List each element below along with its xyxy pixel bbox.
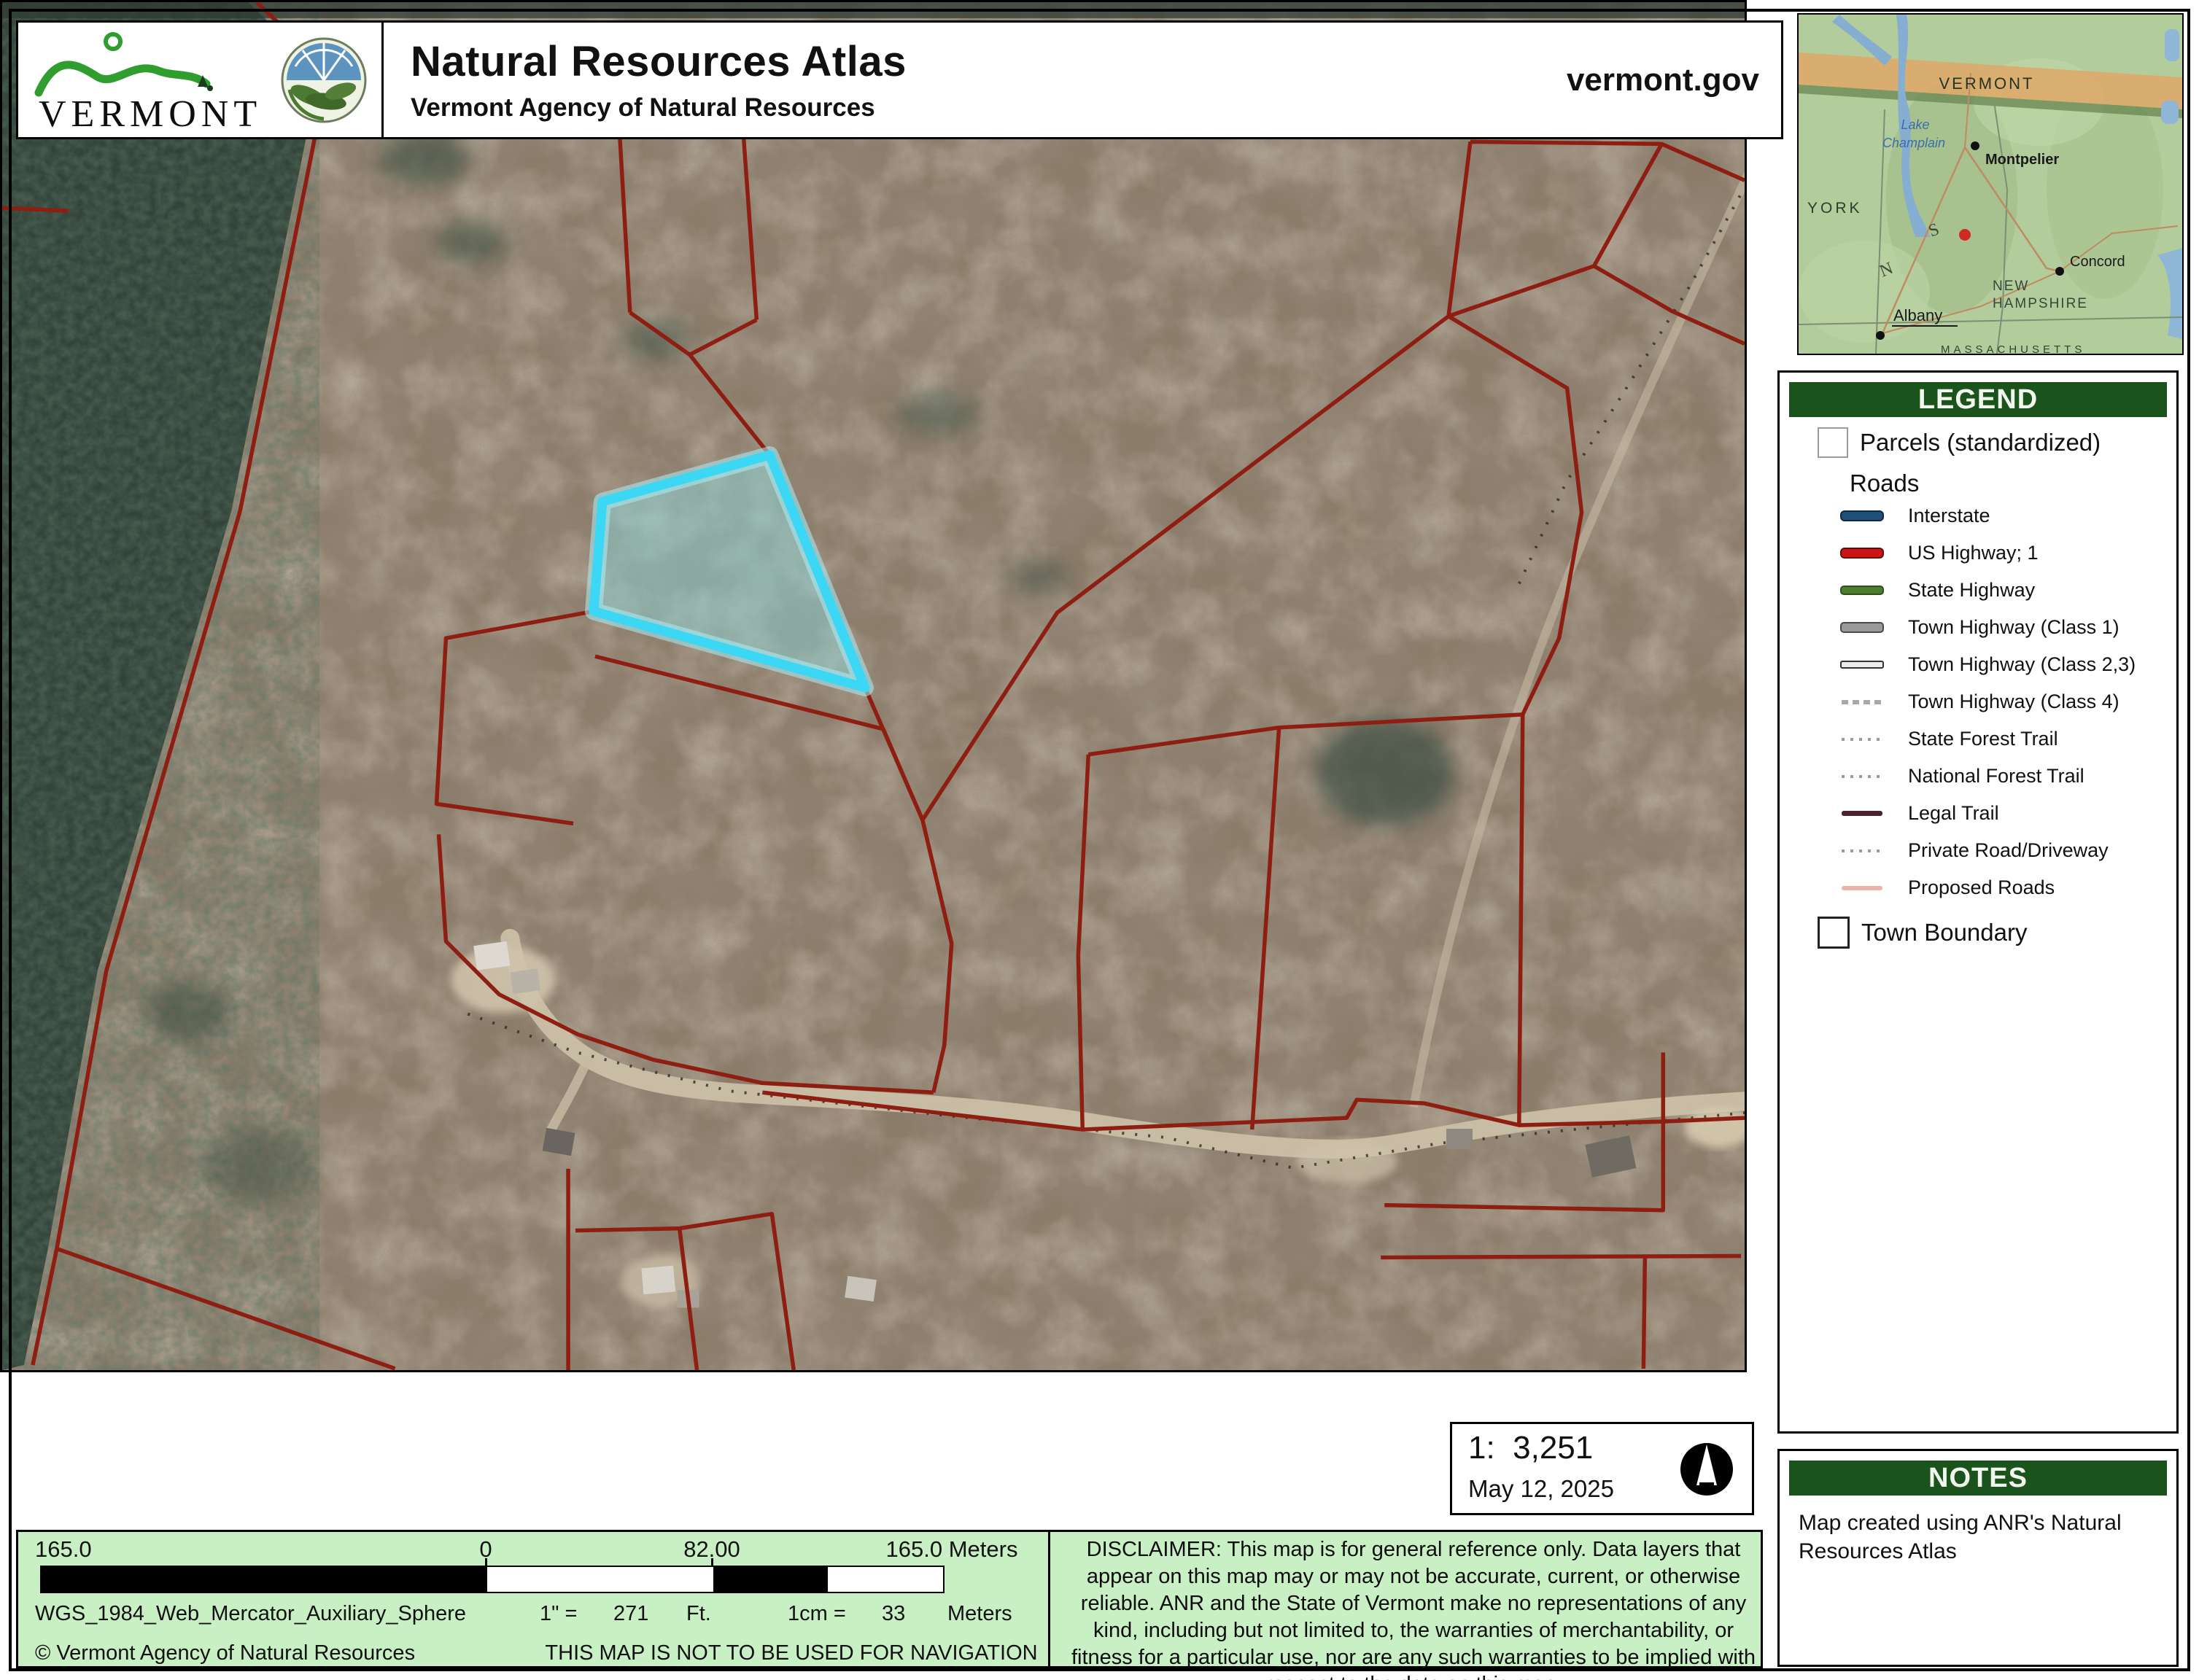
legend-title: LEGEND [1789,382,2167,417]
inset-locator-map: VERMONT Lake Champlain Montpelier S N YO… [1797,13,2184,355]
town-highway4-line-icon [1842,700,1882,704]
legend-roads-header: Roads [1850,470,2176,497]
vermont-logo: VERMONT [26,26,380,134]
copyright: © Vermont Agency of Natural Resources [35,1641,415,1665]
page-title: Natural Resources Atlas [411,37,907,86]
proposed-roads-line-icon [1842,886,1882,890]
location-marker-dot [1959,229,1971,241]
parcels-label: Parcels (standardized) [1860,429,2101,456]
inset-label-montpelier: Montpelier [1985,152,2059,168]
legend-row-us-highway: US Highway; 1 [1838,534,2176,572]
legend-row-national-forest-trail: National Forest Trail [1838,758,2176,795]
us-highway-line-icon [1840,548,1884,559]
interstate-line-icon [1840,510,1884,521]
vermont-wordmark: VERMONT [39,93,262,134]
concord-dot [2055,267,2064,276]
legend-row-proposed-roads: Proposed Roads [1838,869,2176,906]
anr-logo-icon [282,39,365,122]
town-highway1-line-icon [1840,622,1884,633]
sun-icon [106,34,120,49]
state-highway-line-icon [1840,586,1884,595]
private-road-line-icon [1842,849,1882,852]
notes-title: NOTES [1789,1461,2167,1496]
national-forest-trail-line-icon [1842,775,1882,778]
inset-label-hampshire: HAMPSHIRE [1993,296,2088,311]
legend-row-state-forest-trail: State Forest Trail [1838,720,2176,758]
legend-row-private-road: Private Road/Driveway [1838,832,2176,869]
legend-row-state-highway: State Highway [1838,572,2176,609]
footer-divider [1048,1531,1050,1667]
montpelier-dot [1971,141,1979,150]
map-date: May 12, 2025 [1468,1475,1614,1503]
site-link[interactable]: vermont.gov [1567,23,1759,137]
inset-label-albany: Albany [1893,306,1942,324]
scale-ratio: 1: 3,251 [1468,1430,1593,1466]
legend-panel: LEGEND Parcels (standardized) Roads Inte… [1777,370,2179,1434]
inset-label-new: NEW [1993,279,2029,294]
north-arrow-icon [1678,1440,1736,1498]
inset-label-lake: Lake [1901,117,1929,132]
town-boundary-label: Town Boundary [1861,919,2027,946]
scalebar [40,1566,945,1593]
inset-label-vermont: VERMONT [1939,74,2035,93]
state-forest-trail-line-icon [1842,738,1882,741]
legal-trail-line-icon [1842,811,1882,816]
inset-label-mass: MASSACHUSETTS [1941,343,2085,354]
inset-label-york: YORK [1807,200,1863,217]
legend-row-town-highway-1: Town Highway (Class 1) [1838,609,2176,646]
parcels-checkbox [1818,427,1848,458]
scalebar-left-label: 165.0 [35,1536,92,1563]
legend-row-town-highway-23: Town Highway (Class 2,3) [1838,646,2176,683]
inset-label-champlain: Champlain [1882,136,1945,150]
town-boundary-checkbox [1818,917,1850,949]
mountain-icon [39,65,206,93]
legend-parcels-row: Parcels (standardized) [1818,427,2176,458]
notes-body: Map created using ANR's Natural Resource… [1799,1509,2127,1566]
header-divider [381,23,384,137]
legend-row-legal-trail: Legal Trail [1838,795,2176,832]
disclaimer: DISCLAIMER: This map is for general refe… [1063,1536,1764,1680]
page-subtitle: Vermont Agency of Natural Resources [411,93,907,122]
town-highway23-line-icon [1840,661,1884,669]
projection-label: WGS_1984_Web_Mercator_Auxiliary_Sphere [35,1602,466,1626]
navigation-warning: THIS MAP IS NOT TO BE USED FOR NAVIGATIO… [532,1641,1050,1665]
legend-row-interstate: Interstate [1838,497,2176,534]
page: VERMONT Natural Resources Atlas Vermont … [0,0,2199,1680]
scale-box: 1: 3,251 May 12, 2025 [1450,1422,1754,1515]
header: VERMONT Natural Resources Atlas Vermont … [16,20,1783,139]
legend-row-town-highway-4: Town Highway (Class 4) [1838,683,2176,720]
scalebar-right-label: 165.0 Meters [864,1536,1039,1563]
notes-panel: NOTES Map created using ANR's Natural Re… [1777,1449,2179,1667]
inset-label-concord: Concord [2070,254,2125,270]
footer: 165.0 0 82.00 165.0 Meters WGS_1984_Web_… [16,1530,1763,1668]
legend-town-boundary-row: Town Boundary [1818,917,2176,949]
